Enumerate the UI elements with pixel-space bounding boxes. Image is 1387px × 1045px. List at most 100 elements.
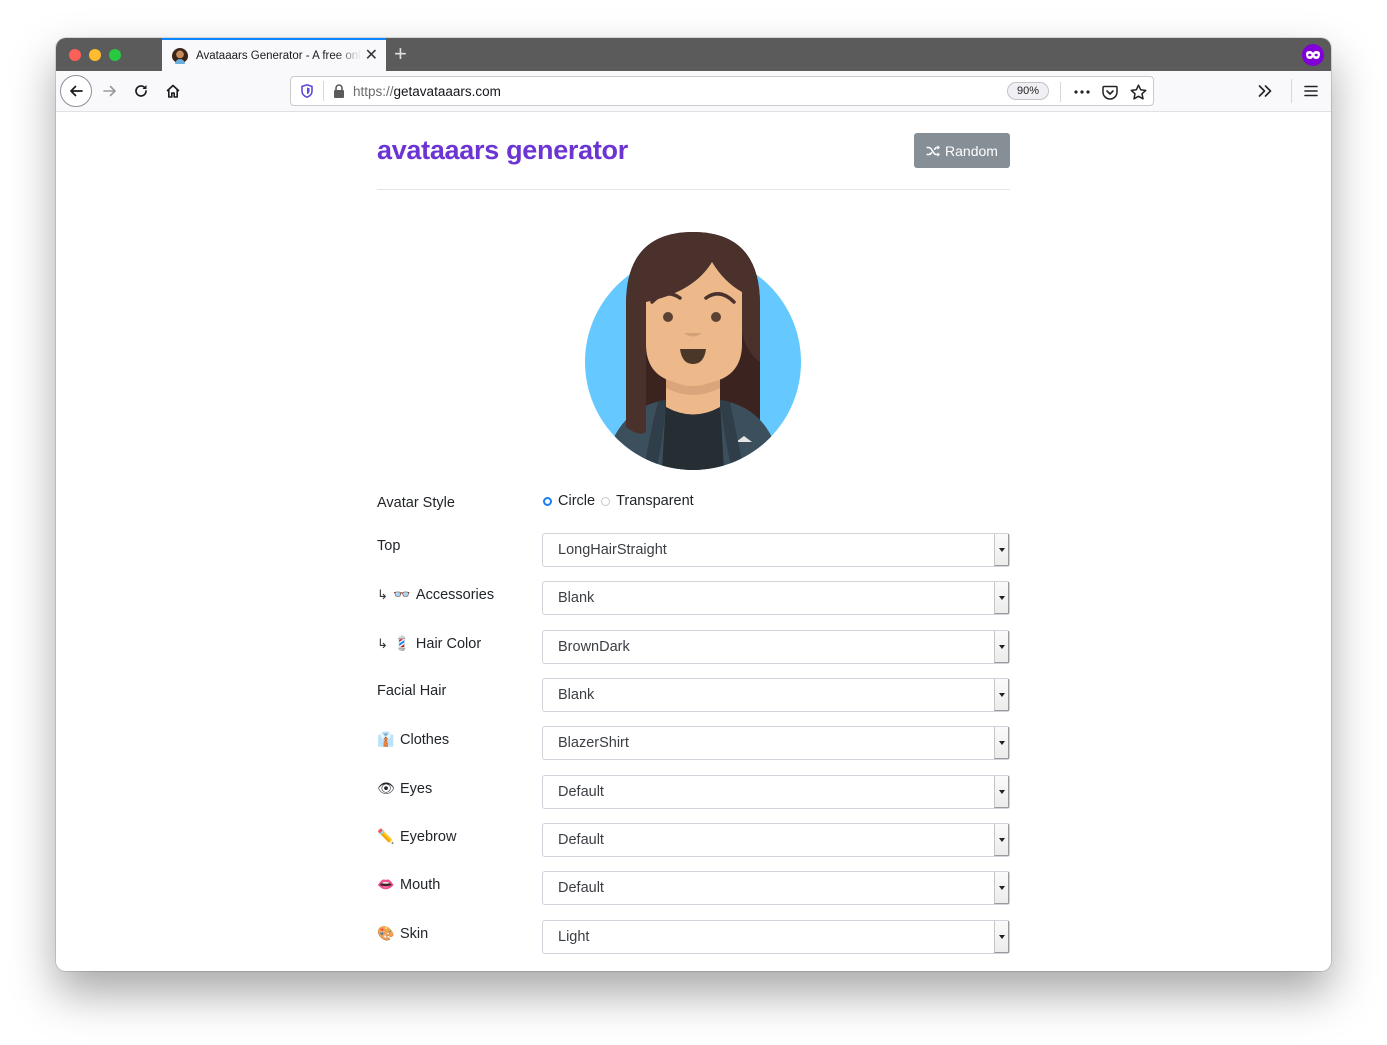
skin-emoji-icon: 🎨 bbox=[377, 925, 395, 941]
home-button[interactable] bbox=[157, 75, 189, 107]
new-tab-button[interactable]: + bbox=[394, 42, 407, 66]
hair-color-emoji-icon: 💈 bbox=[393, 635, 411, 651]
eyes-label: 👁 Eyes bbox=[377, 780, 432, 797]
chevron-down-icon[interactable] bbox=[994, 679, 1009, 711]
radio-circle[interactable] bbox=[543, 496, 552, 506]
page-header: avataaars generator Random bbox=[377, 112, 1010, 190]
hair-color-label-text: Hair Color bbox=[415, 635, 482, 652]
facial-hair-select-value: Blank bbox=[558, 687, 595, 703]
chevron-down-icon[interactable] bbox=[994, 631, 1009, 663]
page-content: avataaars generator Random Avatar Style … bbox=[56, 112, 1331, 971]
url-divider bbox=[323, 81, 324, 101]
reload-icon bbox=[135, 85, 147, 97]
chevron-down-icon[interactable] bbox=[994, 727, 1009, 759]
page-actions-button[interactable] bbox=[1071, 82, 1093, 102]
skin-row: 🎨 Skin Light bbox=[377, 920, 1010, 954]
overflow-menu-button[interactable] bbox=[1249, 75, 1281, 107]
eyebrow-select-value: Default bbox=[558, 832, 604, 848]
avatar-favicon-icon bbox=[172, 47, 188, 64]
url-bar[interactable]: https://getavataaars.com 90% bbox=[290, 76, 1154, 106]
bookmark-button[interactable] bbox=[1127, 82, 1149, 102]
chevron-down-icon[interactable] bbox=[994, 582, 1009, 614]
chevron-double-right-icon bbox=[1258, 85, 1272, 97]
accessories-label-text: Accessories bbox=[415, 586, 495, 603]
star-icon bbox=[1130, 84, 1146, 100]
eyebrow-select[interactable]: Default bbox=[542, 823, 1010, 857]
avatar-style-radio-group: Circle Transparent bbox=[543, 493, 694, 509]
radio-transparent-label[interactable]: Transparent bbox=[616, 493, 694, 509]
facial-hair-select[interactable]: Blank bbox=[542, 678, 1010, 712]
mouth-select-value: Default bbox=[558, 880, 604, 896]
back-button[interactable] bbox=[60, 75, 92, 107]
home-icon bbox=[166, 84, 180, 98]
hair-color-label: ↳ 💈 Hair Color bbox=[377, 635, 481, 652]
reload-button[interactable] bbox=[125, 75, 157, 107]
hair-color-select-value: BrownDark bbox=[558, 639, 630, 655]
browser-tab-active[interactable]: Avataaars Generator - A free online avat… bbox=[162, 38, 386, 71]
mouth-select[interactable]: Default bbox=[542, 871, 1010, 905]
close-window-button[interactable] bbox=[69, 49, 81, 61]
radio-circle-label[interactable]: Circle bbox=[558, 493, 595, 509]
forward-button[interactable] bbox=[94, 75, 126, 107]
clothes-select-value: BlazerShirt bbox=[558, 735, 629, 751]
url-text[interactable]: https://getavataaars.com bbox=[353, 84, 501, 99]
arrow-left-icon bbox=[70, 85, 83, 97]
skin-select[interactable]: Light bbox=[542, 920, 1010, 954]
minimize-window-button[interactable] bbox=[89, 49, 101, 61]
accessories-emoji-icon: 👓 bbox=[393, 586, 411, 602]
eyebrow-row: ✏️ Eyebrow Default bbox=[377, 823, 1010, 857]
chevron-down-icon[interactable] bbox=[994, 872, 1009, 904]
close-tab-icon[interactable]: ✕ bbox=[365, 47, 378, 64]
url-host: getavataaars.com bbox=[393, 83, 501, 99]
random-button[interactable]: Random bbox=[914, 133, 1010, 168]
top-select-value: LongHairStraight bbox=[558, 542, 667, 558]
pocket-icon bbox=[1102, 85, 1118, 100]
hair-color-select[interactable]: BrownDark bbox=[542, 630, 1010, 664]
chevron-down-icon[interactable] bbox=[994, 824, 1009, 856]
top-select[interactable]: LongHairStraight bbox=[542, 533, 1010, 567]
mouth-emoji-icon: 👄 bbox=[377, 876, 395, 892]
main-container: avataaars generator Random Avatar Style … bbox=[377, 112, 1010, 954]
accessories-row: ↳ 👓 Accessories Blank bbox=[377, 581, 1010, 615]
tab-bar: Avataaars Generator - A free online avat… bbox=[56, 38, 1331, 71]
hamburger-menu-icon bbox=[1304, 85, 1318, 97]
lock-icon[interactable] bbox=[332, 84, 346, 98]
maximize-window-button[interactable] bbox=[109, 49, 121, 61]
zoom-level-button[interactable]: 90% bbox=[1006, 82, 1049, 100]
avatar-image bbox=[585, 232, 801, 470]
chevron-down-icon[interactable] bbox=[994, 921, 1009, 953]
accessories-select-value: Blank bbox=[558, 590, 595, 606]
top-label-text: Top bbox=[377, 538, 401, 554]
chevron-down-icon[interactable] bbox=[994, 776, 1009, 808]
accessories-label: ↳ 👓 Accessories bbox=[377, 586, 494, 603]
avatar-style-row: Avatar Style Circle Transparent bbox=[377, 490, 1010, 524]
pocket-button[interactable] bbox=[1099, 82, 1121, 102]
mouth-row: 👄 Mouth Default bbox=[377, 871, 1010, 905]
clothes-select[interactable]: BlazerShirt bbox=[542, 726, 1010, 760]
mouth-label-text: Mouth bbox=[400, 876, 441, 893]
url-scheme: https:// bbox=[353, 83, 394, 99]
clothes-label-text: Clothes bbox=[400, 731, 450, 748]
toolbar-divider bbox=[1291, 79, 1292, 103]
chevron-down-icon[interactable] bbox=[994, 534, 1009, 566]
arrow-right-icon bbox=[103, 85, 116, 97]
eyebrow-emoji-icon: ✏️ bbox=[377, 828, 395, 844]
browser-window: Avataaars Generator - A free online avat… bbox=[56, 38, 1331, 971]
radio-transparent[interactable] bbox=[601, 496, 611, 506]
facial-hair-row: Facial Hair Blank bbox=[377, 678, 1010, 712]
private-mask-icon bbox=[1302, 44, 1324, 66]
accessories-select[interactable]: Blank bbox=[542, 581, 1010, 615]
app-menu-button[interactable] bbox=[1295, 75, 1327, 107]
eyes-row: 👁 Eyes Default bbox=[377, 775, 1010, 809]
shield-icon[interactable] bbox=[299, 84, 315, 98]
clothes-emoji-icon: 👔 bbox=[377, 731, 395, 747]
page-title: avataaars generator bbox=[377, 135, 628, 165]
avatar-preview bbox=[584, 232, 802, 470]
mouth-label: 👄 Mouth bbox=[377, 876, 440, 893]
navigation-toolbar: https://getavataaars.com 90% bbox=[56, 71, 1331, 112]
eyes-select[interactable]: Default bbox=[542, 775, 1010, 809]
facial-hair-label: Facial Hair bbox=[377, 683, 446, 699]
facial-hair-label-text: Facial Hair bbox=[377, 683, 447, 699]
avatar-eye-left bbox=[663, 312, 673, 322]
sub-option-arrow-icon: ↳ bbox=[377, 635, 388, 651]
